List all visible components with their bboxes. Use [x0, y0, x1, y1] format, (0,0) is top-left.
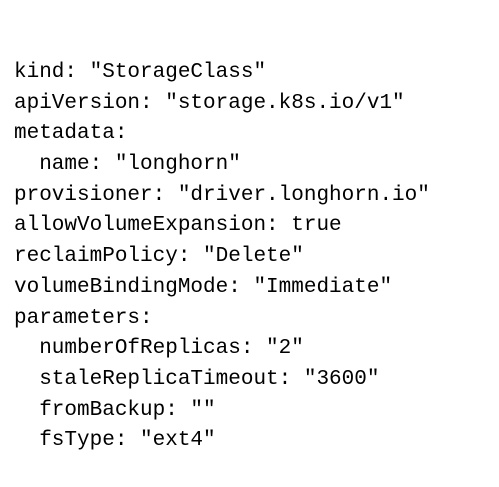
code-line-from-backup: fromBackup: "" — [14, 398, 216, 422]
code-line-number-of-replicas: numberOfReplicas: "2" — [14, 337, 304, 361]
code-line-allow-volume-expansion: allowVolumeExpansion: true — [14, 214, 342, 238]
code-line-metadata-name: name: "longhorn" — [14, 153, 241, 177]
code-line-fs-type: fsType: "ext4" — [14, 429, 216, 453]
code-line-api-version: apiVersion: "storage.k8s.io/v1" — [14, 91, 405, 115]
code-line-provisioner: provisioner: "driver.longhorn.io" — [14, 183, 430, 207]
code-line-metadata: metadata: — [14, 122, 128, 146]
code-line-parameters: parameters: — [14, 306, 153, 330]
code-line-volume-binding-mode: volumeBindingMode: "Immediate" — [14, 275, 393, 299]
code-line-kind: kind: "StorageClass" — [14, 61, 267, 84]
code-line-reclaim-policy: reclaimPolicy: "Delete" — [14, 245, 304, 269]
yaml-code-block: kind: "StorageClass" apiVersion: "storag… — [14, 58, 430, 457]
code-line-stale-replica-timeout: staleReplicaTimeout: "3600" — [14, 367, 380, 391]
